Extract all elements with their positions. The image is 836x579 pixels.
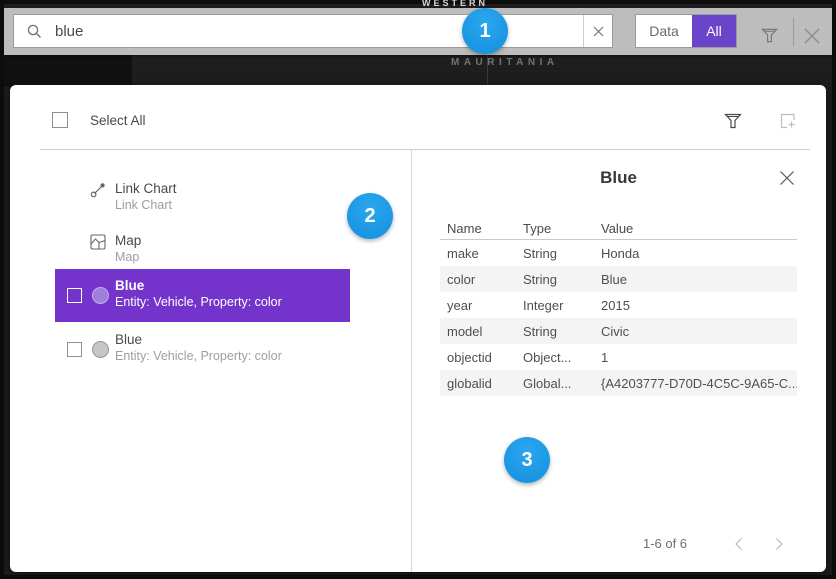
- cell-name: year: [440, 298, 516, 313]
- column-header-value: Value: [594, 221, 797, 236]
- cell-name: color: [440, 272, 516, 287]
- scope-toggle: Data All: [635, 14, 737, 48]
- table-row: globalid Global... {A4203777-D70D-4C5C-9…: [440, 370, 797, 396]
- callout-badge-1: 1: [462, 8, 508, 54]
- cell-name: model: [440, 324, 516, 339]
- list-item-blue[interactable]: Blue Entity: Vehicle, Property: color: [55, 323, 350, 375]
- toggle-data-option[interactable]: Data: [636, 15, 692, 47]
- select-all-checkbox[interactable]: [52, 112, 68, 128]
- table-header-row: Name Type Value: [440, 218, 797, 240]
- table-row: year Integer 2015: [440, 292, 797, 318]
- header-divider: [40, 149, 810, 150]
- item-title: Map: [115, 232, 141, 249]
- select-all-label: Select All: [90, 113, 146, 128]
- pagination-label: 1-6 of 6: [615, 536, 715, 551]
- map-icon: [90, 234, 106, 250]
- item-subtitle: Map: [115, 249, 141, 265]
- list-details-divider: [411, 150, 412, 572]
- search-clear-button[interactable]: [583, 15, 612, 47]
- map-label-western: WESTERN: [422, 0, 488, 8]
- search-results-panel: Select All Link Chart Link Chart Map: [10, 85, 826, 572]
- cell-type: Global...: [516, 376, 594, 391]
- item-title: Blue: [115, 331, 282, 348]
- entity-circle-icon: [92, 341, 109, 358]
- add-to-map-icon[interactable]: [776, 109, 800, 133]
- cell-type: String: [516, 272, 594, 287]
- table-row: color String Blue: [440, 266, 797, 292]
- item-checkbox[interactable]: [67, 288, 82, 303]
- pagination-prev-icon[interactable]: [727, 533, 749, 555]
- pagination-next-icon[interactable]: [768, 533, 790, 555]
- cell-name: globalid: [440, 376, 516, 391]
- toolbar-close-icon[interactable]: [799, 23, 825, 49]
- cell-type: String: [516, 324, 594, 339]
- details-title: Blue: [411, 168, 826, 188]
- cell-value: {A4203777-D70D-4C5C-9A65-C...: [594, 376, 797, 391]
- column-header-name: Name: [440, 221, 516, 236]
- toolbar-divider: [793, 18, 794, 46]
- entity-circle-icon: [92, 287, 109, 304]
- cell-type: Integer: [516, 298, 594, 313]
- cell-name: make: [440, 246, 516, 261]
- table-row: model String Civic: [440, 318, 797, 344]
- item-title: Blue: [115, 277, 282, 294]
- search-icon: [26, 23, 43, 40]
- map-label-mauritania: MAURITANIA: [451, 57, 559, 68]
- cell-value: 1: [594, 350, 797, 365]
- table-row: objectid Object... 1: [440, 344, 797, 370]
- link-chart-icon: [90, 182, 106, 198]
- cell-value: Blue: [594, 272, 797, 287]
- item-checkbox[interactable]: [67, 342, 82, 357]
- results-filter-icon[interactable]: [721, 109, 745, 133]
- item-subtitle: Entity: Vehicle, Property: color: [115, 348, 282, 364]
- table-row: make String Honda: [440, 240, 797, 266]
- item-subtitle: Entity: Vehicle, Property: color: [115, 294, 282, 310]
- cell-name: objectid: [440, 350, 516, 365]
- search-field[interactable]: [13, 14, 613, 48]
- callout-badge-2: 2: [347, 193, 393, 239]
- cell-value: Honda: [594, 246, 797, 261]
- list-item-link-chart[interactable]: Link Chart Link Chart: [55, 172, 350, 224]
- search-toolbar: Data All: [4, 8, 832, 55]
- toggle-all-option[interactable]: All: [692, 15, 736, 47]
- details-close-icon[interactable]: [775, 166, 799, 190]
- app-window: WESTERN MAURITANIA Data All Select All: [0, 0, 836, 579]
- filter-icon[interactable]: [757, 23, 781, 47]
- item-subtitle: Link Chart: [115, 197, 177, 213]
- cell-value: Civic: [594, 324, 797, 339]
- item-title: Link Chart: [115, 180, 177, 197]
- list-item-blue-selected[interactable]: Blue Entity: Vehicle, Property: color: [55, 269, 350, 322]
- select-all-row[interactable]: Select All: [52, 112, 146, 128]
- callout-badge-3: 3: [504, 437, 550, 483]
- cell-type: String: [516, 246, 594, 261]
- cell-type: Object...: [516, 350, 594, 365]
- attribute-table: Name Type Value make String Honda color …: [440, 218, 797, 396]
- column-header-type: Type: [516, 221, 594, 236]
- cell-value: 2015: [594, 298, 797, 313]
